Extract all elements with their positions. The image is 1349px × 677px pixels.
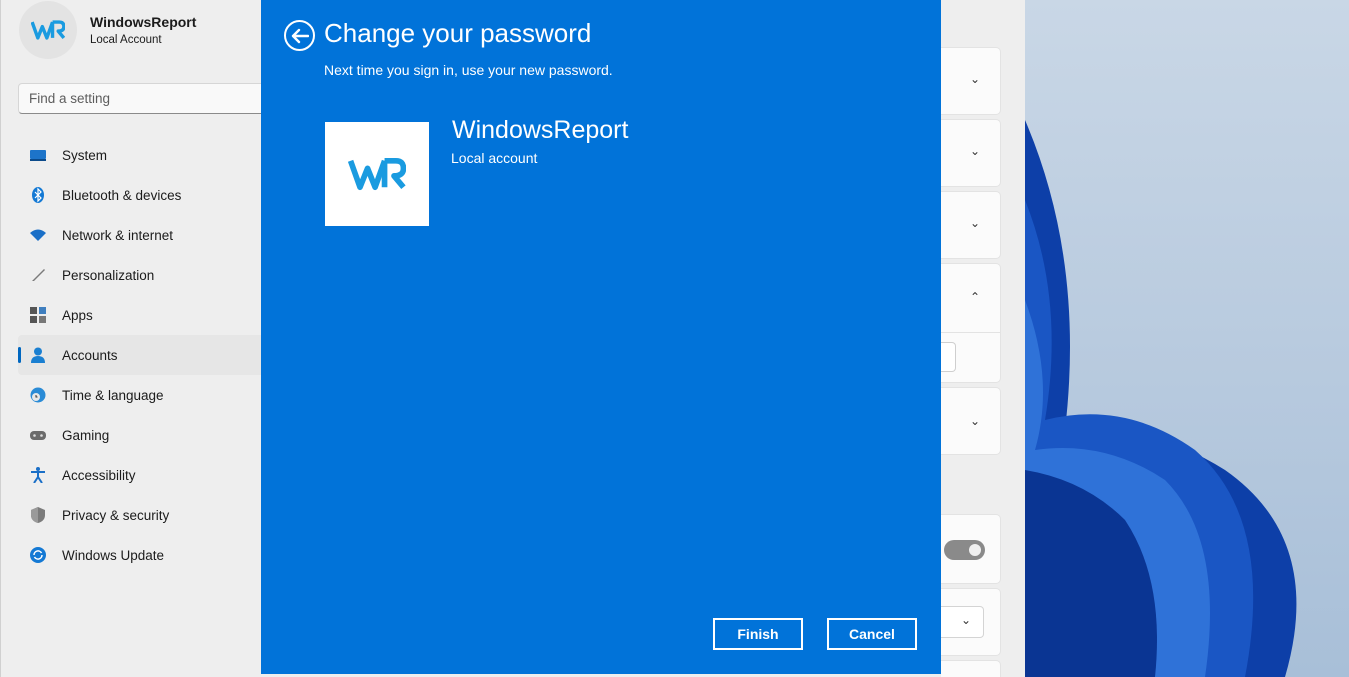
user-profile[interactable]: WindowsReport Local Account — [19, 1, 197, 59]
sidebar-item-label: Privacy & security — [62, 507, 170, 523]
search-input[interactable]: Find a setting — [18, 83, 278, 114]
profile-subtitle: Local Account — [90, 34, 162, 46]
finish-button[interactable]: Finish — [713, 618, 803, 650]
cancel-button[interactable]: Cancel — [827, 618, 917, 650]
setting-card[interactable] — [941, 514, 1001, 584]
sidebar-item-label: Accessibility — [62, 467, 136, 483]
profile-name: WindowsReport — [90, 14, 197, 30]
toggle-switch[interactable] — [944, 540, 985, 560]
chevron-down-icon: ⌄ — [970, 144, 981, 158]
sidebar-item-bluetooth[interactable]: Bluetooth & devices — [18, 175, 278, 215]
bluetooth-icon — [32, 187, 44, 203]
wr-logo-icon — [348, 157, 406, 191]
sidebar-item-accessibility[interactable]: Accessibility — [18, 455, 278, 495]
sidebar-item-system[interactable]: System — [18, 135, 278, 175]
sidebar-item-label: Gaming — [62, 427, 110, 443]
settings-cards: ⌄ ⌄ ⌄ ⌃ ⌄ ⌄ — [941, 0, 1026, 677]
setting-card[interactable]: ⌄ — [941, 191, 1001, 259]
gamepad-icon — [30, 431, 46, 440]
back-arrow-icon — [291, 28, 309, 43]
sidebar-item-personalization[interactable]: Personalization — [18, 255, 278, 295]
dialog-subtitle: Next time you sign in, use your new pass… — [324, 62, 613, 78]
chevron-down-icon: ⌄ — [970, 72, 981, 86]
sidebar-item-label: Accounts — [62, 347, 118, 363]
setting-card[interactable]: ⌄ — [941, 387, 1001, 455]
sidebar-item-label: System — [62, 147, 108, 163]
sidebar-item-label: Bluetooth & devices — [62, 187, 182, 203]
sidebar-item-privacy-security[interactable]: Privacy & security — [18, 495, 278, 535]
wr-logo-icon — [31, 20, 65, 40]
setting-card[interactable]: ⌄ — [941, 47, 1001, 115]
sidebar-item-label: Time & language — [62, 387, 164, 403]
sidebar-item-label: Personalization — [62, 267, 155, 283]
sidebar-item-label: Windows Update — [62, 547, 165, 563]
dialog-title: Change your password — [324, 18, 592, 48]
wallpaper-bloom — [1025, 120, 1297, 677]
dropdown[interactable]: ⌄ — [941, 606, 984, 638]
clock-globe-icon — [30, 387, 46, 403]
monitor-icon — [30, 150, 46, 161]
desktop-wallpaper — [1025, 0, 1349, 677]
chevron-down-icon: ⌄ — [970, 414, 981, 428]
sidebar-item-gaming[interactable]: Gaming — [18, 415, 278, 455]
wifi-icon — [30, 229, 46, 241]
sidebar-item-apps[interactable]: Apps — [18, 295, 278, 335]
sidebar-item-time-language[interactable]: Time & language — [18, 375, 278, 415]
setting-card-expanded[interactable]: ⌃ — [941, 263, 1001, 383]
avatar — [19, 1, 77, 59]
accessibility-icon — [31, 467, 45, 483]
chevron-down-icon: ⌄ — [970, 216, 981, 230]
divider — [941, 332, 1001, 333]
sidebar-item-label: Apps — [62, 307, 93, 323]
update-icon — [30, 547, 46, 563]
account-name: WindowsReport — [452, 116, 629, 144]
person-icon — [31, 347, 45, 363]
setting-card[interactable] — [941, 660, 1001, 677]
brush-icon — [32, 269, 45, 281]
account-picture — [325, 122, 429, 226]
setting-card[interactable]: ⌄ — [941, 588, 1001, 656]
partial-button[interactable] — [941, 342, 956, 372]
setting-card[interactable]: ⌄ — [941, 119, 1001, 187]
change-password-dialog: Change your password Next time you sign … — [261, 0, 941, 674]
chevron-down-icon: ⌄ — [960, 613, 971, 627]
sidebar-nav: System Bluetooth & devices Network & int… — [18, 135, 278, 575]
sidebar-item-network[interactable]: Network & internet — [18, 215, 278, 255]
apps-icon — [30, 307, 46, 323]
sidebar-item-accounts[interactable]: Accounts — [18, 335, 278, 375]
chevron-up-icon: ⌃ — [970, 290, 981, 304]
sidebar-item-label: Network & internet — [62, 227, 174, 243]
sidebar-item-windows-update[interactable]: Windows Update — [18, 535, 278, 575]
shield-icon — [31, 507, 45, 523]
back-button[interactable] — [284, 20, 315, 51]
account-type: Local account — [451, 150, 538, 166]
toggle-knob — [969, 544, 981, 556]
